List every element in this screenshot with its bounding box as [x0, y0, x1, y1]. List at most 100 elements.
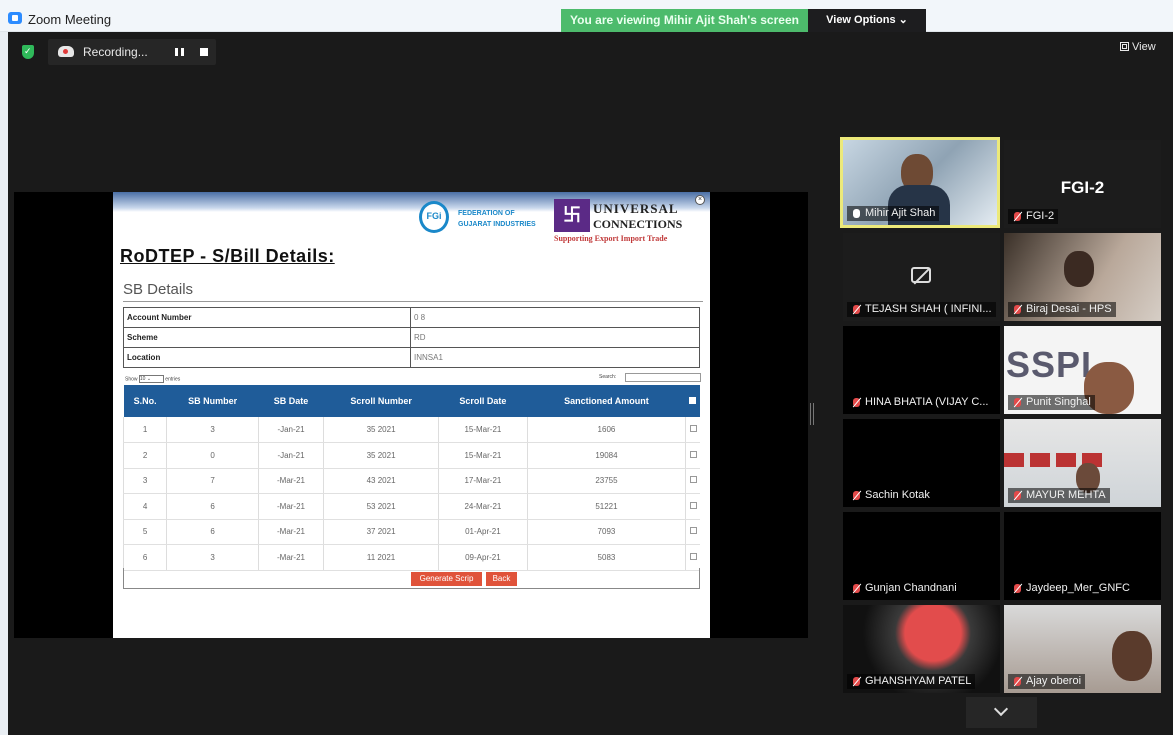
mic-icon: [853, 209, 860, 218]
participant-name-text: Biraj Desai - HPS: [1026, 303, 1112, 315]
participant-tile[interactable]: Biraj Desai - HPS: [1004, 233, 1161, 321]
recording-bar: Recording...: [48, 39, 216, 65]
participant-name-text: FGI-2: [1026, 210, 1055, 222]
viewing-screen-banner: You are viewing Mihir Ajit Shah's screen: [561, 9, 808, 32]
participant-tile[interactable]: TEJASH SHAH ( INFINI...: [843, 233, 1000, 321]
show-label: Show: [125, 376, 138, 383]
cell-select: [685, 442, 700, 469]
view-label: View: [1132, 41, 1156, 53]
select-all-checkbox[interactable]: [689, 397, 697, 404]
col-sb-date[interactable]: SB Date: [258, 385, 324, 417]
participant-tile[interactable]: FGI-2 FGI-2: [1004, 140, 1161, 228]
cell-scroll-date: 24-Mar-21: [438, 493, 528, 520]
row-checkbox[interactable]: [689, 450, 697, 458]
cell-sanctioned-amount: 23755: [526, 468, 686, 494]
cell-scroll-date: 15-Mar-21: [438, 417, 528, 443]
participant-name-text: Jaydeep_Mer_GNFC: [1026, 582, 1130, 594]
cell-select: [685, 519, 700, 545]
participant-tile[interactable]: Ajay oberoi: [1004, 605, 1161, 693]
pause-icon[interactable]: [175, 48, 184, 56]
grid-icon: [1120, 42, 1129, 51]
col-sno[interactable]: S.No.: [123, 385, 167, 417]
participant-name-text: HINA BHATIA (VIJAY C...: [865, 396, 989, 408]
row-checkbox[interactable]: [689, 425, 697, 432]
cell-sb-number: 3: [166, 544, 259, 571]
participant-tile[interactable]: MAYUR MEHTA: [1004, 419, 1161, 507]
table-row: 5 6 -Mar-21 37 2021 01-Apr-21 7093: [122, 519, 700, 545]
mic-muted-icon: [853, 677, 860, 686]
info-row: Location INNSA1: [123, 347, 700, 368]
divider: [123, 301, 703, 302]
cell-sno: 5: [122, 519, 167, 545]
cell-sb-date: -Jan-21: [258, 417, 324, 443]
cell-sb-number: 6: [166, 493, 259, 520]
mic-muted-icon: [1014, 584, 1021, 593]
panel-splitter[interactable]: [810, 403, 814, 425]
participant-tile[interactable]: HINA BHATIA (VIJAY C...: [843, 326, 1000, 414]
info-value: 0 8: [410, 307, 700, 328]
cell-scroll-number: 11 2021: [322, 544, 439, 571]
participant-name-text: Punit Singhal: [1026, 396, 1091, 408]
mic-muted-icon: [853, 491, 860, 500]
uc-line1: UNIVERSAL: [593, 201, 679, 216]
mic-muted-icon: [853, 398, 860, 407]
table-row: 4 6 -Mar-21 53 2021 24-Mar-21 51221: [122, 493, 700, 520]
fgi-logo: FGi: [419, 201, 449, 233]
generate-scrip-button[interactable]: Generate Scrip: [411, 572, 482, 586]
entries-select[interactable]: 10 ⌄: [138, 375, 164, 383]
recording-label: Recording...: [83, 45, 148, 59]
info-table: Account Number 0 8 Scheme RD Location INNSA…: [123, 307, 700, 368]
show-more-button[interactable]: [966, 697, 1037, 728]
security-shield-icon[interactable]: [22, 45, 34, 59]
participant-tile[interactable]: Sachin Kotak: [843, 419, 1000, 507]
col-sanctioned-amount[interactable]: Sanctioned Amount: [527, 385, 686, 417]
participant-name: Jaydeep_Mer_GNFC: [1008, 581, 1134, 596]
participant-name: FGI-2: [1008, 209, 1059, 224]
participant-name-text: MAYUR MEHTA: [1026, 489, 1106, 501]
participant-name: Sachin Kotak: [847, 488, 934, 503]
participant-name: Ajay oberoi: [1008, 674, 1086, 689]
window-title: Zoom Meeting: [28, 12, 112, 27]
close-icon[interactable]: ×: [695, 195, 705, 205]
row-checkbox[interactable]: [689, 527, 697, 535]
mic-muted-icon: [853, 305, 860, 314]
col-sb-number[interactable]: SB Number: [166, 385, 259, 417]
cell-select: [685, 544, 700, 571]
cell-scroll-number: 53 2021: [322, 493, 439, 520]
participant-tile[interactable]: SSPL Punit Singhal: [1004, 326, 1161, 414]
view-layout-button[interactable]: View: [1120, 41, 1156, 53]
table-row: 6 3 -Mar-21 11 2021 09-Apr-21 5083: [122, 544, 700, 571]
uc-line2: CONNECTIONS: [593, 217, 683, 231]
stop-icon[interactable]: [200, 48, 208, 56]
search-input[interactable]: [625, 373, 701, 382]
participant-name: Punit Singhal: [1008, 395, 1095, 410]
col-scroll-date[interactable]: Scroll Date: [438, 385, 528, 417]
cell-sanctioned-amount: 5083: [526, 544, 686, 571]
participant-name: Gunjan Chandnani: [847, 581, 961, 596]
participant-tile[interactable]: Jaydeep_Mer_GNFC: [1004, 512, 1161, 600]
fgi-name: FEDERATION OF GUJARAT INDUSTRIES: [458, 208, 536, 230]
participant-tile[interactable]: Gunjan Chandnani: [843, 512, 1000, 600]
cell-sno: 1: [122, 417, 167, 443]
entries-label: entries: [165, 376, 181, 383]
col-scroll-number[interactable]: Scroll Number: [323, 385, 439, 417]
row-checkbox[interactable]: [689, 552, 697, 560]
cell-scroll-date: 09-Apr-21: [438, 544, 528, 571]
cell-sb-date: -Mar-21: [258, 493, 324, 520]
shared-document: × FGi FEDERATION OF GUJARAT INDUSTRIES 卐…: [113, 192, 710, 638]
page-title: RoDTEP - S/Bill Details:: [120, 246, 335, 266]
participant-tile[interactable]: GHANSHYAM PATEL: [843, 605, 1000, 693]
mic-muted-icon: [1014, 212, 1021, 221]
back-button[interactable]: Back: [486, 572, 517, 586]
col-select-all[interactable]: [685, 385, 700, 417]
row-checkbox[interactable]: [689, 501, 697, 509]
cell-sno: 2: [122, 442, 167, 469]
participant-name-text: Gunjan Chandnani: [865, 582, 957, 594]
cell-scroll-date: 15-Mar-21: [438, 442, 528, 469]
participant-tile[interactable]: Mihir Ajit Shah: [840, 137, 1000, 228]
search-label: Search:: [599, 374, 617, 380]
participant-name: HINA BHATIA (VIJAY C...: [847, 395, 993, 410]
row-checkbox[interactable]: [689, 476, 697, 484]
participant-name-text: Mihir Ajit Shah: [865, 207, 936, 219]
view-options-button[interactable]: View Options ⌄: [808, 9, 926, 32]
